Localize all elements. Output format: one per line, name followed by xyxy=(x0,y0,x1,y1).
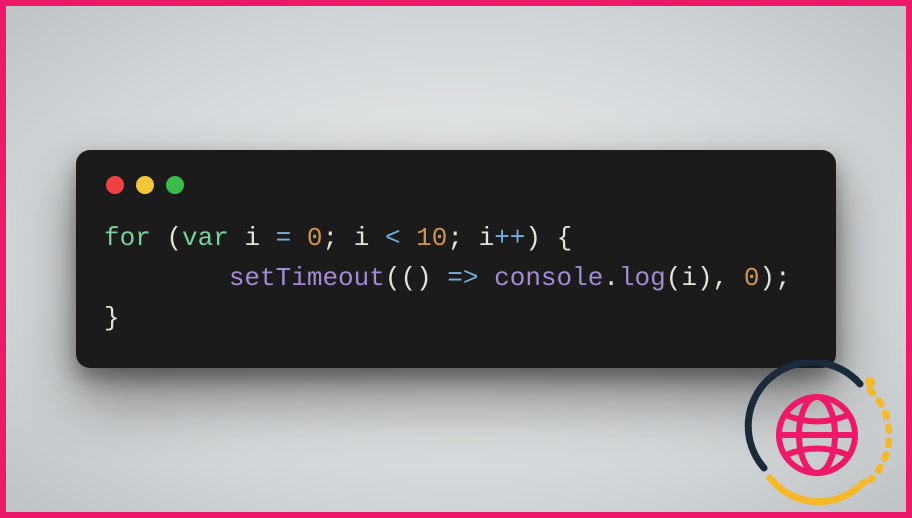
ident-i-3: i xyxy=(479,223,495,253)
paren-open-4: ( xyxy=(666,263,682,293)
minimize-icon[interactable] xyxy=(136,176,154,194)
paren-close-3: ) xyxy=(697,263,713,293)
ident-console: console xyxy=(494,263,603,293)
ident-i: i xyxy=(244,223,260,253)
paren-close: ) xyxy=(525,223,541,253)
fn-log: log xyxy=(619,263,666,293)
brace-open: { xyxy=(557,223,573,253)
keyword-var: var xyxy=(182,223,229,253)
paren-open-2: ( xyxy=(385,263,401,293)
semi-1: ; xyxy=(323,223,339,253)
semi-2: ; xyxy=(447,223,463,253)
op-lt: < xyxy=(385,223,401,253)
num-ten: 10 xyxy=(416,223,447,253)
semi-3: ; xyxy=(775,263,791,293)
num-zero-2: 0 xyxy=(744,263,760,293)
paren-open: ( xyxy=(166,223,182,253)
globe-logo-icon xyxy=(742,360,892,510)
paren-close-2: ) xyxy=(416,263,432,293)
close-icon[interactable] xyxy=(106,176,124,194)
maximize-icon[interactable] xyxy=(166,176,184,194)
code-block: for (var i = 0; i < 10; i++) { setTimeou… xyxy=(104,218,808,339)
keyword-for: for xyxy=(104,223,151,253)
screenshot-frame: for (var i = 0; i < 10; i++) { setTimeou… xyxy=(0,0,912,518)
code-window: for (var i = 0; i < 10; i++) { setTimeou… xyxy=(76,150,836,369)
dot: . xyxy=(603,263,619,293)
num-zero: 0 xyxy=(307,223,323,253)
paren-close-4: ) xyxy=(759,263,775,293)
ident-i-2: i xyxy=(354,223,370,253)
comma: , xyxy=(713,263,729,293)
brace-close: } xyxy=(104,303,120,333)
op-arrow: => xyxy=(447,263,478,293)
op-inc: ++ xyxy=(494,223,525,253)
paren-open-3: ( xyxy=(400,263,416,293)
op-assign: = xyxy=(276,223,292,253)
fn-settimeout: setTimeout xyxy=(229,263,385,293)
indent xyxy=(104,263,229,293)
ident-i-4: i xyxy=(681,263,697,293)
window-titlebar xyxy=(104,172,808,218)
